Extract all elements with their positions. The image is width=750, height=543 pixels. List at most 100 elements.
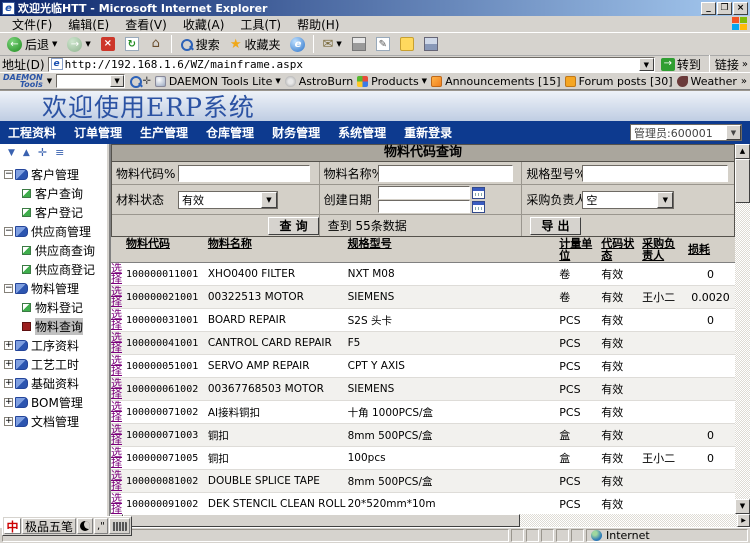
collapse-box-icon[interactable]: −: [4, 284, 13, 293]
forward-button[interactable]: → ▼: [63, 36, 94, 53]
vertical-scroll-track[interactable]: [735, 203, 750, 499]
tree-group-customers[interactable]: − 客户管理: [0, 165, 106, 184]
row-select-link[interactable]: 选择: [111, 356, 124, 376]
nav-production[interactable]: 生产管理: [140, 124, 188, 141]
history-button[interactable]: e: [286, 36, 309, 53]
minimize-button[interactable]: _: [701, 2, 716, 15]
buyer-dropdown-icon[interactable]: ▼: [657, 192, 673, 208]
row-select-link[interactable]: 选择: [111, 471, 124, 491]
refresh-button[interactable]: ↻: [121, 36, 143, 52]
close-button[interactable]: ×: [733, 2, 748, 15]
header-loss[interactable]: 损耗: [686, 237, 735, 262]
user-select[interactable]: 管理员:600001 ▼: [630, 124, 742, 141]
scroll-right-icon[interactable]: ▶: [737, 514, 750, 527]
tree-item-material-query-selected[interactable]: 物料查询: [0, 317, 106, 336]
tree-group-materials[interactable]: − 物料管理: [0, 279, 106, 298]
menu-tools[interactable]: 工具(T): [232, 15, 289, 34]
products-dropdown-icon[interactable]: ▼: [422, 77, 427, 85]
menu-view[interactable]: 查看(V): [117, 15, 175, 34]
daemon-link-astroburn[interactable]: AstroBurn: [285, 75, 353, 88]
tree-group-base-data[interactable]: + 基础资料: [0, 374, 106, 393]
tree-expand-icon[interactable]: ▲: [23, 148, 30, 158]
export-button[interactable]: 导 出: [530, 217, 580, 235]
expand-box-icon[interactable]: +: [4, 417, 13, 426]
calendar-icon[interactable]: [472, 201, 485, 213]
daemon-search-input[interactable]: ▼: [56, 74, 125, 88]
search-button[interactable]: 搜索: [176, 35, 224, 54]
mail-dropdown-icon[interactable]: ▼: [336, 40, 341, 48]
tree-item-material-register[interactable]: 物料登记: [0, 298, 106, 317]
tree-layers-icon[interactable]: ≡: [55, 146, 64, 159]
date-from-input[interactable]: [378, 186, 470, 199]
expand-box-icon[interactable]: +: [4, 398, 13, 407]
go-button[interactable]: → 转到: [658, 57, 704, 72]
tree-group-process-data[interactable]: + 工序资料: [0, 336, 106, 355]
horizontal-scroll-thumb[interactable]: [123, 514, 520, 527]
header-buyer[interactable]: 采购负责人: [640, 237, 686, 262]
status-dropdown-icon[interactable]: ▼: [261, 192, 277, 208]
row-select-link[interactable]: 选择: [111, 402, 124, 422]
nav-warehouse[interactable]: 仓库管理: [206, 124, 254, 141]
header-name[interactable]: 物料名称: [206, 237, 346, 262]
nav-engineering[interactable]: 工程资料: [8, 124, 56, 141]
scroll-down-icon[interactable]: ▼: [735, 499, 750, 514]
menu-file[interactable]: 文件(F): [4, 15, 60, 34]
edit-button[interactable]: ✎: [372, 36, 394, 52]
links-label[interactable]: 链接: [715, 56, 739, 73]
daemon-link-announcements[interactable]: Announcements [15]: [431, 75, 561, 88]
ime-softkeyboard-button[interactable]: [109, 518, 130, 534]
daemon-search-dropdown-icon[interactable]: ▼: [110, 75, 124, 87]
tree-item-customer-register[interactable]: 客户登记: [0, 203, 106, 222]
expand-box-icon[interactable]: +: [4, 341, 13, 350]
horizontal-scrollbar[interactable]: ◀ ▶: [110, 514, 750, 527]
buyer-select[interactable]: 空 ▼: [582, 191, 674, 209]
menu-edit[interactable]: 编辑(E): [60, 15, 117, 34]
daemon-link-products[interactable]: Products ▼: [357, 75, 427, 88]
vertical-scroll-thumb[interactable]: [735, 159, 750, 203]
nav-orders[interactable]: 订单管理: [74, 124, 122, 141]
expand-box-icon[interactable]: +: [4, 360, 13, 369]
code-input[interactable]: [178, 165, 310, 182]
daemon-link-forum[interactable]: Forum posts [30]: [565, 75, 673, 88]
nav-system[interactable]: 系统管理: [338, 124, 386, 141]
address-dropdown-icon[interactable]: ▼: [639, 58, 654, 71]
address-input[interactable]: [65, 58, 639, 71]
vertical-scrollbar[interactable]: ▲ ▼: [735, 144, 750, 514]
daemon-lite-dropdown-icon[interactable]: ▼: [275, 77, 280, 85]
ime-fullhalf-button[interactable]: [77, 518, 93, 534]
spec-input[interactable]: [582, 165, 728, 182]
tree-move-icon[interactable]: ✛: [38, 146, 47, 159]
collapse-box-icon[interactable]: −: [4, 170, 13, 179]
status-select[interactable]: 有效 ▼: [178, 191, 278, 209]
date-to-input[interactable]: [378, 200, 470, 213]
stop-button[interactable]: ×: [97, 36, 119, 52]
calendar-icon[interactable]: [472, 187, 485, 199]
tree-item-supplier-query[interactable]: 供应商查询: [0, 241, 106, 260]
row-select-link[interactable]: 选择: [111, 425, 124, 445]
row-select-link[interactable]: 选择: [111, 448, 124, 468]
ime-language-button[interactable]: 中: [4, 518, 21, 534]
favorites-button[interactable]: ★ 收藏夹: [226, 35, 285, 54]
user-select-dropdown-icon[interactable]: ▼: [726, 125, 741, 140]
tree-group-bom[interactable]: + BOM管理: [0, 393, 106, 412]
row-select-link[interactable]: 选择: [111, 287, 124, 307]
mail-button[interactable]: ✉ ▼: [318, 36, 345, 53]
ime-name-button[interactable]: 极品五笔: [22, 518, 76, 534]
row-select-link[interactable]: 选择: [111, 264, 124, 284]
menu-favorites[interactable]: 收藏(A): [175, 15, 233, 34]
daemon-link-weather[interactable]: Weather: [677, 75, 737, 88]
header-unit[interactable]: 计量单位: [557, 237, 599, 262]
messenger-button[interactable]: [396, 36, 418, 52]
ime-punctuation-button[interactable]: ,": [94, 518, 108, 534]
collapse-box-icon[interactable]: −: [4, 227, 13, 236]
daemon-chevron-icon[interactable]: »: [741, 76, 747, 87]
back-button[interactable]: ← 后退 ▼: [3, 35, 61, 54]
expand-box-icon[interactable]: +: [4, 379, 13, 388]
row-select-link[interactable]: 选择: [111, 333, 124, 353]
tree-collapse-icon[interactable]: ▼: [8, 148, 15, 158]
menu-help[interactable]: 帮助(H): [289, 15, 347, 34]
row-select-link[interactable]: 选择: [111, 310, 124, 330]
daemon-link-lite[interactable]: DAEMON Tools Lite ▼: [155, 75, 281, 88]
name-input[interactable]: [378, 165, 513, 182]
back-dropdown-icon[interactable]: ▼: [52, 40, 57, 48]
